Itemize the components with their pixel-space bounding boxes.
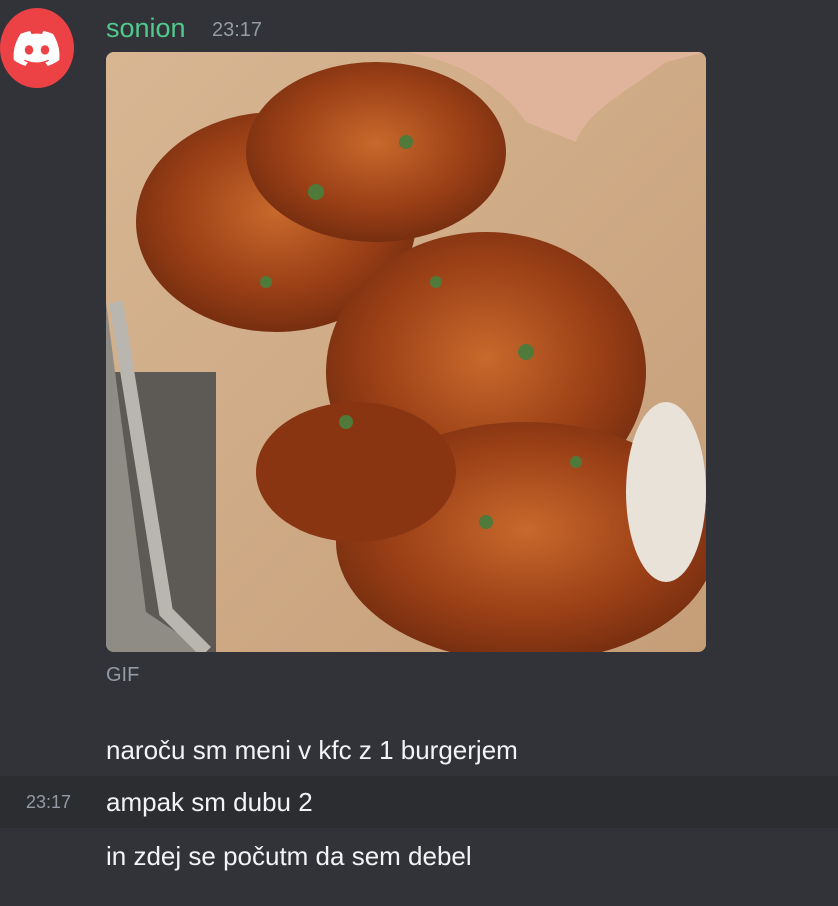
- hover-timestamp[interactable]: 23:17: [26, 792, 71, 813]
- message-line-3: in zdej se počutm da sem debel: [106, 841, 472, 871]
- gif-label: GIF: [106, 664, 140, 686]
- user-avatar[interactable]: [0, 8, 74, 88]
- chicken-wings-image: [106, 52, 706, 652]
- message-line-2: ampak sm dubu 2: [106, 787, 313, 817]
- message-line-1: naroču sm meni v kfc z 1 burgerjem: [106, 735, 518, 765]
- username[interactable]: sonion: [106, 12, 186, 44]
- discord-logo-icon: [13, 31, 60, 66]
- gif-attachment[interactable]: [106, 52, 706, 652]
- message-timestamp[interactable]: 23:17: [212, 18, 262, 42]
